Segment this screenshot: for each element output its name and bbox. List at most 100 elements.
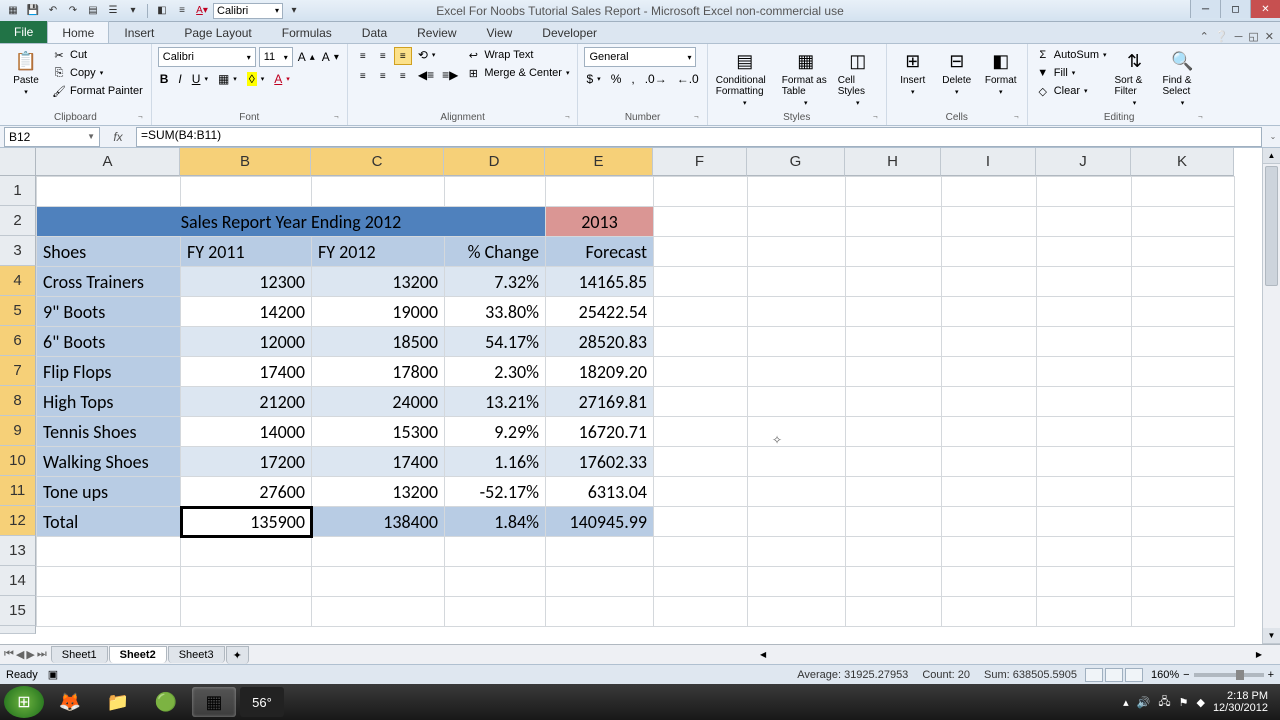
cell[interactable] <box>546 177 654 207</box>
cell[interactable] <box>1132 567 1235 597</box>
column-header[interactable]: G <box>747 148 845 176</box>
border-button[interactable]: ▦▾ <box>216 71 239 87</box>
page-break-view-button[interactable] <box>1125 668 1143 682</box>
cell[interactable] <box>942 447 1037 477</box>
column-header[interactable]: J <box>1036 148 1131 176</box>
vertical-scrollbar[interactable]: ▲ ▼ <box>1262 148 1280 644</box>
window-restore-icon[interactable]: ◱ <box>1248 30 1258 43</box>
cell[interactable] <box>748 177 846 207</box>
cell[interactable] <box>445 597 546 627</box>
cell[interactable] <box>546 597 654 627</box>
grow-font-button[interactable]: A▴ <box>296 47 317 67</box>
window-min-icon[interactable]: ─ <box>1235 31 1243 43</box>
formula-input[interactable]: =SUM(B4:B11) <box>136 127 1262 147</box>
cell[interactable] <box>37 597 181 627</box>
scroll-thumb[interactable] <box>1265 166 1278 286</box>
cell[interactable]: 1.84% <box>445 507 546 537</box>
cell[interactable] <box>1132 477 1235 507</box>
align-left-button[interactable]: ≡ <box>354 67 372 85</box>
cell[interactable] <box>748 207 846 237</box>
font-color-button[interactable]: A▾ <box>272 71 292 87</box>
cell[interactable] <box>846 567 942 597</box>
cell[interactable] <box>654 327 748 357</box>
cell[interactable] <box>654 297 748 327</box>
cell[interactable] <box>654 507 748 537</box>
cell[interactable] <box>1132 537 1235 567</box>
cell[interactable] <box>1037 447 1132 477</box>
cell[interactable] <box>942 477 1037 507</box>
cell[interactable] <box>654 177 748 207</box>
zoom-out-icon[interactable]: − <box>1183 669 1189 681</box>
cell[interactable] <box>942 297 1037 327</box>
cut-button[interactable]: ✂Cut <box>50 47 145 63</box>
row-header[interactable]: 8 <box>0 386 36 416</box>
cell[interactable] <box>1132 417 1235 447</box>
cell[interactable]: Forecast <box>546 237 654 267</box>
cell[interactable]: Tennis Shoes <box>37 417 181 447</box>
cell[interactable] <box>1132 357 1235 387</box>
macro-icon[interactable]: ▣ <box>48 668 58 681</box>
cell[interactable] <box>1132 387 1235 417</box>
cell[interactable]: 25422.54 <box>546 297 654 327</box>
row-header[interactable]: 5 <box>0 296 36 326</box>
cell[interactable]: 14200 <box>181 297 312 327</box>
cell[interactable]: 13200 <box>312 477 445 507</box>
undo-icon[interactable]: ↶ <box>44 3 62 19</box>
cell[interactable]: 138400 <box>312 507 445 537</box>
excel-taskbar-icon[interactable]: ▦ <box>192 687 236 717</box>
increase-decimal-button[interactable]: .0→ <box>643 71 669 87</box>
scroll-left-icon[interactable]: ◀ <box>760 650 766 659</box>
row-header[interactable]: 9 <box>0 416 36 446</box>
row-header[interactable]: 11 <box>0 476 36 506</box>
row-header[interactable]: 3 <box>0 236 36 266</box>
sheet-tab[interactable]: Sheet3 <box>168 646 225 663</box>
cell[interactable] <box>942 327 1037 357</box>
column-header[interactable]: K <box>1131 148 1234 176</box>
tab-formulas[interactable]: Formulas <box>267 21 347 43</box>
cell[interactable] <box>654 597 748 627</box>
next-sheet-icon[interactable]: ▶ <box>26 648 34 661</box>
cell[interactable] <box>748 417 846 447</box>
sort-filter-button[interactable]: ⇅Sort & Filter▾ <box>1113 47 1157 109</box>
row-header[interactable]: 10 <box>0 446 36 476</box>
weather-widget[interactable]: 56° <box>240 687 284 717</box>
cell[interactable] <box>1037 477 1132 507</box>
align-bottom-button[interactable]: ≡ <box>394 47 412 65</box>
cell[interactable]: High Tops <box>37 387 181 417</box>
fill-button[interactable]: ▼Fill▾ <box>1034 65 1109 81</box>
qat-icon[interactable]: ▤ <box>84 3 102 19</box>
cell[interactable]: -52.17% <box>445 477 546 507</box>
column-header[interactable]: D <box>444 148 545 176</box>
cell[interactable] <box>942 237 1037 267</box>
cell[interactable] <box>312 537 445 567</box>
cell[interactable] <box>1037 567 1132 597</box>
system-tray[interactable]: ▴ 🔊 🖧 ⚑ ◆ 2:18 PM 12/30/2012 <box>1123 690 1276 714</box>
row-header[interactable]: 1 <box>0 176 36 206</box>
firefox-icon[interactable]: 🦊 <box>48 687 92 717</box>
cell[interactable] <box>654 477 748 507</box>
qat-icon[interactable]: ▾ <box>124 3 142 19</box>
cell[interactable]: 13.21% <box>445 387 546 417</box>
cell[interactable] <box>181 537 312 567</box>
cell[interactable] <box>1037 387 1132 417</box>
cell[interactable]: 15300 <box>312 417 445 447</box>
cell[interactable]: 2.30% <box>445 357 546 387</box>
underline-button[interactable]: U▾ <box>190 71 210 87</box>
last-sheet-icon[interactable]: ⏭ <box>37 648 47 661</box>
fx-button[interactable]: fx <box>108 130 128 144</box>
cell[interactable]: Tone ups <box>37 477 181 507</box>
orientation-button[interactable]: ⟲▾ <box>416 47 438 63</box>
cell[interactable]: FY 2011 <box>181 237 312 267</box>
cell[interactable] <box>748 477 846 507</box>
maximize-button[interactable]: ◻ <box>1220 0 1250 18</box>
cell[interactable] <box>942 267 1037 297</box>
expand-formula-icon[interactable]: ⌄ <box>1266 132 1280 141</box>
horizontal-scrollbar[interactable]: ◀ ▶ <box>760 647 1262 663</box>
percent-button[interactable]: % <box>609 71 624 87</box>
cell[interactable] <box>748 507 846 537</box>
cell[interactable]: 9" Boots <box>37 297 181 327</box>
font-name-combo[interactable]: Calibri▾ <box>158 47 256 67</box>
minimize-ribbon-icon[interactable]: ⌃ <box>1200 30 1209 43</box>
volume-icon[interactable]: 🔊 <box>1137 696 1151 709</box>
flag-icon[interactable]: ⚑ <box>1179 696 1189 709</box>
